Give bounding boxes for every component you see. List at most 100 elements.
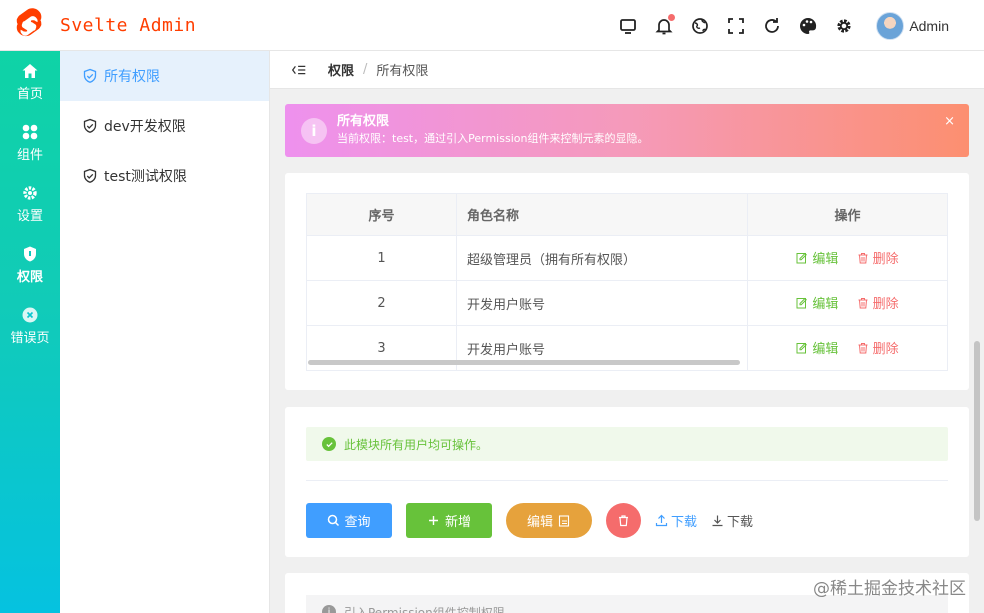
shield-check-icon [83, 68, 97, 83]
submenu-item-label: 所有权限 [104, 69, 160, 85]
trash-icon [858, 252, 868, 264]
fullscreen-icon[interactable] [718, 8, 754, 44]
settings-icon [23, 185, 37, 200]
delete-button[interactable]: 删除 [857, 338, 899, 357]
download-link-button[interactable]: 下载 [711, 511, 753, 530]
language-icon[interactable] [682, 8, 718, 44]
trash-icon [858, 342, 868, 354]
palette-icon[interactable] [790, 8, 826, 44]
column-header-actions: 操作 [747, 193, 948, 236]
edit-round-button[interactable]: 编辑 [506, 502, 592, 538]
delete-button[interactable]: 删除 [857, 248, 899, 267]
primary-nav-rail: 首页 组件 设置 权限 错误页 [0, 51, 60, 613]
query-button[interactable]: 查询 [306, 502, 392, 538]
upload-icon [655, 514, 668, 526]
bell-icon[interactable] [646, 8, 682, 44]
success-tip-text: 此模块所有用户均可操作。 [344, 437, 489, 452]
rail-item-label: 权限 [16, 269, 43, 285]
rail-item-error[interactable]: 错误页 [0, 295, 60, 356]
rail-item-home[interactable]: 首页 [0, 51, 60, 112]
submenu-item-test[interactable]: test测试权限 [60, 151, 269, 201]
gear-icon[interactable] [826, 8, 862, 44]
user-name: Admin [909, 17, 949, 34]
main-content: 权限 / 所有权限 i 所有权限 当前权限：test，通过引入Permissio… [270, 51, 984, 613]
alert-title: 所有权限 [337, 114, 390, 129]
column-header-role: 角色名称 [456, 193, 748, 236]
info-icon: i [301, 117, 327, 144]
cell-role-name: 开发用户账号 [456, 280, 748, 326]
vertical-scrollbar[interactable] [974, 341, 980, 521]
breadcrumb-current: 所有权限 [376, 64, 429, 79]
collapse-menu-icon[interactable] [290, 60, 310, 80]
cell-index: 1 [306, 235, 457, 281]
rail-item-label: 首页 [16, 86, 43, 102]
download-icon [712, 515, 723, 526]
edit-icon [796, 252, 808, 264]
info-icon: i [322, 605, 336, 613]
rail-item-settings[interactable]: 设置 [0, 173, 60, 234]
rail-item-label: 组件 [16, 147, 43, 163]
info-tip-text: 引入Permission组件控制权限 [344, 605, 505, 613]
roles-table: 序号 角色名称 操作 1 超级管理员（拥有所有权限） 编辑 删除 2 开发用户账… [306, 193, 948, 371]
table-header-row: 序号 角色名称 操作 [306, 193, 948, 236]
secondary-menu: 所有权限 dev开发权限 test测试权限 [60, 51, 270, 613]
submenu-item-all[interactable]: 所有权限 [60, 51, 269, 101]
cell-index: 2 [306, 280, 457, 326]
logo[interactable]: Svelte Admin [0, 0, 270, 51]
table-row: 1 超级管理员（拥有所有权限） 编辑 删除 [306, 235, 948, 281]
error-icon [22, 307, 38, 322]
cell-actions: 编辑 删除 [747, 235, 948, 281]
alert-description: 当前权限：test，通过引入Permission组件来控制元素的显隐。 [337, 132, 649, 145]
cell-actions: 编辑 删除 [747, 325, 948, 371]
permission-alert: i 所有权限 当前权限：test，通过引入Permission组件来控制元素的显… [285, 104, 969, 157]
add-button[interactable]: 新增 [406, 502, 492, 538]
edit-icon [796, 342, 808, 354]
shield-check-icon [83, 118, 97, 133]
edit-icon [558, 514, 570, 527]
divider [306, 480, 948, 481]
edit-button[interactable]: 编辑 [796, 293, 838, 312]
submenu-item-dev[interactable]: dev开发权限 [60, 101, 269, 151]
column-header-index: 序号 [306, 193, 457, 236]
avatar [876, 11, 905, 40]
edit-button[interactable]: 编辑 [796, 338, 838, 357]
header-toolbar: Admin [610, 0, 984, 51]
horizontal-scrollbar[interactable] [308, 360, 740, 365]
notification-dot [668, 13, 676, 21]
watermark: @稀土掘金技术社区 [813, 579, 966, 599]
permission-icon [24, 246, 36, 261]
rail-item-components[interactable]: 组件 [0, 112, 60, 173]
search-icon [328, 514, 340, 526]
delete-circle-button[interactable] [606, 502, 641, 538]
roles-table-card: 序号 角色名称 操作 1 超级管理员（拥有所有权限） 编辑 删除 2 开发用户账… [285, 173, 969, 390]
components-icon [22, 124, 38, 139]
delete-button[interactable]: 删除 [857, 293, 899, 312]
breadcrumb: 权限 / 所有权限 [270, 51, 984, 89]
submenu-item-label: test测试权限 [104, 169, 187, 185]
trash-icon [858, 297, 868, 309]
app-title: Svelte Admin [60, 14, 197, 36]
refresh-icon[interactable] [754, 8, 790, 44]
success-tip: 此模块所有用户均可操作。 [306, 427, 948, 461]
user-menu[interactable]: Admin [876, 11, 949, 40]
rail-item-label: 设置 [16, 208, 43, 224]
close-icon[interactable]: × [944, 114, 955, 129]
upload-link-button[interactable]: 下载 [655, 511, 697, 530]
table-row: 2 开发用户账号 编辑 删除 [306, 280, 948, 326]
plus-icon [428, 515, 438, 525]
breadcrumb-parent[interactable]: 权限 [328, 60, 354, 79]
home-icon [22, 63, 38, 78]
actions-card: 此模块所有用户均可操作。 查询 新增 编辑 下载 下载 [285, 407, 969, 557]
breadcrumb-separator: / [363, 62, 368, 77]
edit-button[interactable]: 编辑 [796, 248, 838, 267]
svelte-logo-icon [16, 8, 42, 37]
rail-item-permission[interactable]: 权限 [0, 234, 60, 295]
cell-actions: 编辑 删除 [747, 280, 948, 326]
cell-role-name: 超级管理员（拥有所有权限） [456, 235, 748, 281]
check-circle-icon [322, 437, 336, 451]
shield-check-icon [83, 168, 97, 183]
monitor-icon[interactable] [610, 8, 646, 44]
submenu-item-label: dev开发权限 [104, 119, 186, 135]
edit-icon [796, 297, 808, 309]
trash-icon [619, 514, 628, 526]
